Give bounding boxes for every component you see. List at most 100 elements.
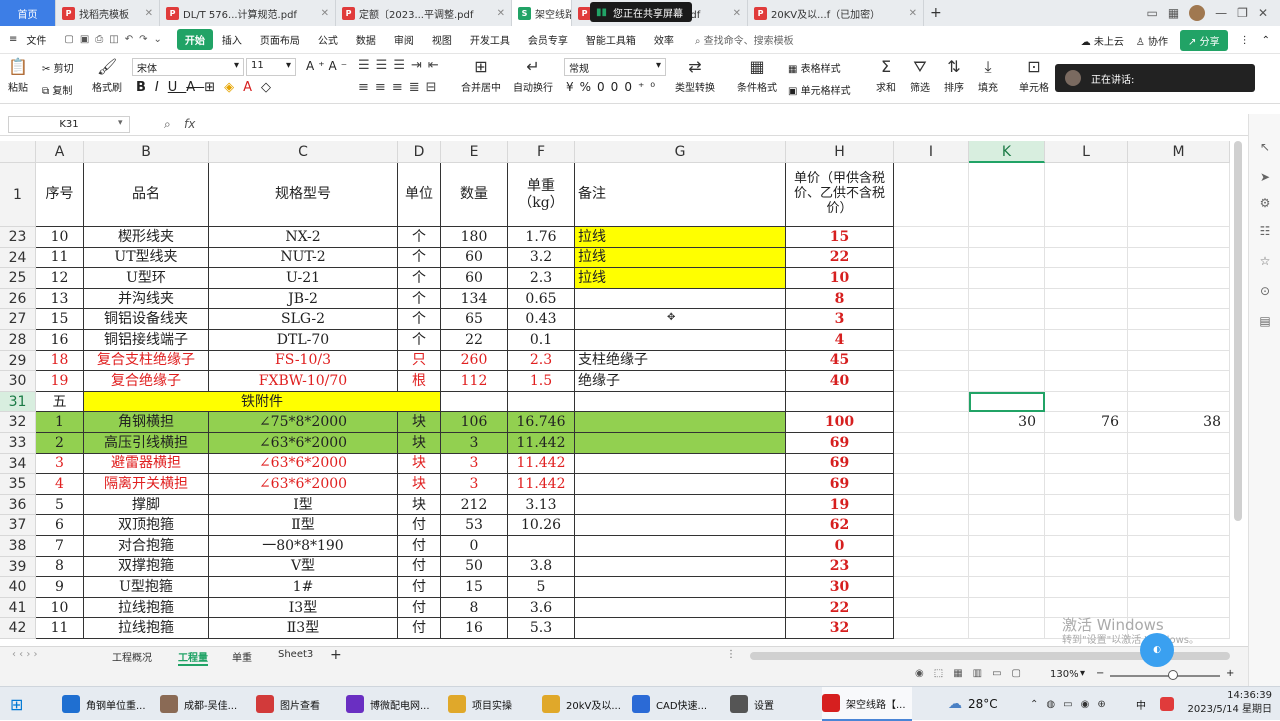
table-cell[interactable]: 块 <box>398 474 441 495</box>
table-cell[interactable] <box>575 453 786 475</box>
align-center-icon[interactable]: ≡ <box>375 80 392 95</box>
fill-color-icon[interactable]: ◈ <box>224 80 243 95</box>
table-cell[interactable]: 15 <box>36 309 84 330</box>
percent-icon[interactable]: % <box>580 80 597 94</box>
header-cell[interactable]: 单重（kg） <box>508 163 575 227</box>
column-header-A[interactable]: A <box>36 141 84 163</box>
menu-item-7[interactable]: 开发工具 <box>461 32 519 47</box>
table-cell[interactable]: 高压引线横担 <box>84 433 209 454</box>
table-cell[interactable] <box>969 597 1045 619</box>
currency-icon[interactable]: ¥ <box>566 80 580 94</box>
settings-icon[interactable]: ⚙ <box>1257 196 1273 212</box>
table-cell[interactable]: 8 <box>36 556 84 578</box>
location-icon[interactable]: ⊙ <box>1257 284 1273 300</box>
table-cell[interactable]: 11 <box>36 618 84 639</box>
table-cell[interactable] <box>894 247 969 269</box>
table-cell[interactable] <box>894 453 969 475</box>
row-header-31[interactable]: 31 <box>0 391 36 413</box>
table-cell[interactable] <box>575 556 786 578</box>
command-search[interactable]: ⌕ 查找命令、搜索模板 <box>695 32 794 47</box>
sheet-tab-0[interactable]: 工程概况 <box>112 649 152 664</box>
cut-button[interactable]: ✂ 剪切 <box>42 60 74 75</box>
column-header-B[interactable]: B <box>84 141 209 163</box>
row-header-42[interactable]: 42 <box>0 618 36 639</box>
table-cell[interactable]: 铁附件 <box>84 391 441 413</box>
column-header-K[interactable]: K <box>969 141 1045 163</box>
close-tab-icon[interactable]: ✕ <box>727 8 741 19</box>
table-cell[interactable] <box>575 474 786 495</box>
table-cell[interactable] <box>575 288 786 310</box>
table-cell[interactable] <box>1045 556 1128 578</box>
table-cell[interactable] <box>1045 494 1128 516</box>
table-cell[interactable]: 7 <box>36 536 84 557</box>
column-header-D[interactable]: D <box>398 141 441 163</box>
table-cell[interactable]: 绝缘子 <box>575 371 786 392</box>
table-cell[interactable]: 38 <box>1128 412 1230 433</box>
table-cell[interactable]: 3 <box>441 453 508 475</box>
table-cell[interactable]: 避雷器横担 <box>84 453 209 475</box>
cell-button[interactable]: ⊡ 单元格 <box>1016 58 1052 95</box>
align-bottom-icon[interactable]: ☰ <box>393 58 411 73</box>
row-header-25[interactable]: 25 <box>0 268 36 289</box>
select-all-corner[interactable] <box>0 141 36 163</box>
filter-button[interactable]: ⛛ 筛选 <box>906 58 934 95</box>
tab-1[interactable]: P 找稻壳模板 ✕ <box>56 0 160 26</box>
start-button[interactable]: ⊞ <box>10 687 23 721</box>
table-cell[interactable]: 69 <box>786 433 894 454</box>
table-cell[interactable]: ∠75*8*2000 <box>209 412 398 433</box>
row-header-40[interactable]: 40 <box>0 577 36 598</box>
table-cell[interactable] <box>1045 309 1128 330</box>
taskbar-item-1[interactable]: 成都-吴佳... <box>160 687 243 721</box>
table-cell[interactable]: 拉线抱箍 <box>84 597 209 619</box>
table-cell[interactable] <box>969 288 1045 310</box>
table-cell[interactable] <box>441 391 508 413</box>
table-cell[interactable]: 铜铝接线端子 <box>84 330 209 351</box>
table-cell[interactable]: 付 <box>398 556 441 578</box>
table-cell[interactable] <box>575 597 786 619</box>
table-cell[interactable] <box>1128 268 1230 289</box>
table-cell[interactable]: 块 <box>398 494 441 516</box>
tune-icon[interactable]: ☷ <box>1257 224 1273 240</box>
table-cell[interactable]: 0.43 <box>508 309 575 330</box>
table-cell[interactable]: 1.5 <box>508 371 575 392</box>
table-cell[interactable] <box>969 371 1045 392</box>
table-cell[interactable]: 8 <box>786 288 894 310</box>
table-cell[interactable]: Ⅴ型 <box>209 556 398 578</box>
row-header-29[interactable]: 29 <box>0 350 36 372</box>
table-cell[interactable] <box>575 618 786 639</box>
table-cell[interactable]: 2.3 <box>508 268 575 289</box>
align-right-icon[interactable]: ≡ <box>392 80 409 95</box>
table-cell[interactable]: FS-10/3 <box>209 350 398 372</box>
table-cell[interactable] <box>1045 515 1128 536</box>
table-cell[interactable]: 32 <box>786 618 894 639</box>
table-cell[interactable]: 18 <box>36 350 84 372</box>
table-style-button[interactable]: ▦ 表格样式 <box>788 60 841 75</box>
table-cell[interactable]: 个 <box>398 227 441 248</box>
taskbar-item-5[interactable]: 20kV及以... <box>542 687 627 721</box>
table-cell[interactable] <box>1045 536 1128 557</box>
table-cell[interactable] <box>969 515 1045 536</box>
header-cell[interactable]: 数量 <box>441 163 508 227</box>
table-cell[interactable]: UT型线夹 <box>84 247 209 269</box>
fx-label[interactable]: fx <box>184 117 195 131</box>
table-cell[interactable] <box>894 350 969 372</box>
table-cell[interactable]: 50 <box>441 556 508 578</box>
table-cell[interactable]: 1# <box>209 577 398 598</box>
new-tab-icon[interactable]: + <box>924 0 948 26</box>
table-cell[interactable] <box>1128 556 1230 578</box>
taskbar-item-4[interactable]: 项目实操 <box>448 687 518 721</box>
table-cell[interactable] <box>1128 494 1230 516</box>
table-cell[interactable]: 4 <box>786 330 894 351</box>
system-clock[interactable]: 14:36:39 2023/5/14 星期日 <box>1188 689 1272 717</box>
table-cell[interactable]: 60 <box>441 268 508 289</box>
align-left-icon[interactable]: ≡ <box>358 80 375 95</box>
more-sheets-icon[interactable]: ⋮ <box>726 649 736 660</box>
table-cell[interactable] <box>575 391 786 413</box>
table-cell[interactable] <box>894 556 969 578</box>
table-cell[interactable] <box>894 227 969 248</box>
table-cell[interactable]: 0 <box>441 536 508 557</box>
menu-item-9[interactable]: 智能工具箱 <box>577 32 645 47</box>
justify-icon[interactable]: ≣ <box>409 80 426 95</box>
tab-3[interactable]: P 定额〔2023...平调整.pdf ✕ <box>336 0 512 26</box>
volume-icon[interactable]: ◉ <box>1081 699 1098 710</box>
